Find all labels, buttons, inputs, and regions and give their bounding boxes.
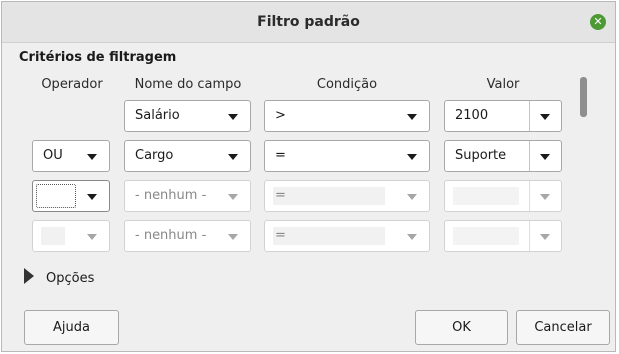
close-icon[interactable]: ✕	[590, 14, 606, 30]
expander-triangle-icon[interactable]	[24, 268, 34, 284]
chevron-down-icon	[228, 194, 238, 200]
chevron-down-icon	[540, 154, 550, 160]
chevron-down-icon	[87, 194, 97, 200]
row1-field-select[interactable]: Salário	[124, 100, 251, 132]
row2-operator-value: OU	[43, 148, 63, 163]
row2-field-select[interactable]: Cargo	[124, 140, 251, 172]
focus-ring	[36, 184, 76, 208]
column-header-field: Nome do campo	[134, 77, 242, 92]
disabled-field-fill	[41, 227, 65, 245]
row3-field-select[interactable]: - nenhum -	[124, 180, 251, 212]
row2-value-dropdown-button[interactable]	[529, 141, 561, 171]
column-header-value: Valor	[486, 77, 520, 92]
chevron-down-icon	[407, 234, 417, 240]
title-bar: Filtro padrão ✕	[2, 2, 615, 43]
row2-value-input[interactable]: Suporte	[445, 141, 530, 171]
row1-condition-value: >	[275, 108, 286, 123]
help-button[interactable]: Ajuda	[24, 310, 119, 345]
chevron-down-icon	[228, 154, 238, 160]
disabled-field-fill	[273, 187, 385, 205]
filter-criteria-heading: Critérios de filtragem	[19, 50, 177, 65]
chevron-down-icon	[228, 234, 238, 240]
row3-value-dropdown-button	[529, 181, 561, 211]
cancel-button[interactable]: Cancelar	[516, 310, 610, 345]
row1-value-combo[interactable]: 2100	[444, 100, 562, 132]
chevron-down-icon	[228, 114, 238, 120]
chevron-down-icon	[540, 194, 550, 200]
row1-value-dropdown-button[interactable]	[529, 101, 561, 131]
row4-condition-value: =	[275, 228, 286, 243]
chevron-down-icon	[407, 114, 417, 120]
standard-filter-dialog: Filtro padrão ✕ Critérios de filtragem O…	[1, 1, 616, 352]
disabled-field-fill	[453, 227, 519, 245]
row2-condition-select[interactable]: =	[264, 140, 430, 172]
row3-condition-select: =	[264, 180, 430, 212]
row2-value-combo[interactable]: Suporte	[444, 140, 562, 172]
row4-field-select: - nenhum -	[124, 220, 251, 252]
row1-value-text: 2100	[455, 108, 489, 123]
column-header-condition: Condição	[316, 77, 378, 92]
chevron-down-icon	[87, 154, 97, 160]
chevron-down-icon	[87, 234, 97, 240]
row4-condition-select: =	[264, 220, 430, 252]
options-expander-label[interactable]: Opções	[46, 271, 94, 287]
row4-operator-select	[32, 220, 110, 252]
row1-condition-select[interactable]: >	[264, 100, 430, 132]
chevron-down-icon	[540, 114, 550, 120]
row3-value-input	[445, 181, 530, 211]
row4-field-value: - nenhum -	[135, 228, 207, 243]
chevron-down-icon	[540, 234, 550, 240]
row2-condition-value: =	[275, 148, 286, 163]
row4-value-dropdown-button	[529, 221, 561, 251]
row4-value-combo	[444, 220, 562, 252]
row3-condition-value: =	[275, 188, 286, 203]
dialog-title: Filtro padrão	[257, 14, 360, 30]
row1-field-value: Salário	[135, 108, 180, 123]
row2-value-text: Suporte	[455, 148, 507, 163]
criteria-scrollbar[interactable]	[580, 77, 587, 117]
chevron-down-icon	[407, 154, 417, 160]
disabled-field-fill	[273, 227, 385, 245]
row3-operator-select[interactable]	[32, 180, 110, 212]
row3-field-value: - nenhum -	[135, 188, 207, 203]
chevron-down-icon	[407, 194, 417, 200]
row2-operator-select[interactable]: OU	[32, 140, 110, 172]
row4-value-input	[445, 221, 530, 251]
column-header-operator: Operador	[41, 77, 103, 92]
row3-value-combo	[444, 180, 562, 212]
disabled-field-fill	[453, 187, 519, 205]
row2-field-value: Cargo	[135, 148, 174, 163]
ok-button[interactable]: OK	[415, 310, 508, 345]
row1-value-input[interactable]: 2100	[445, 101, 530, 131]
